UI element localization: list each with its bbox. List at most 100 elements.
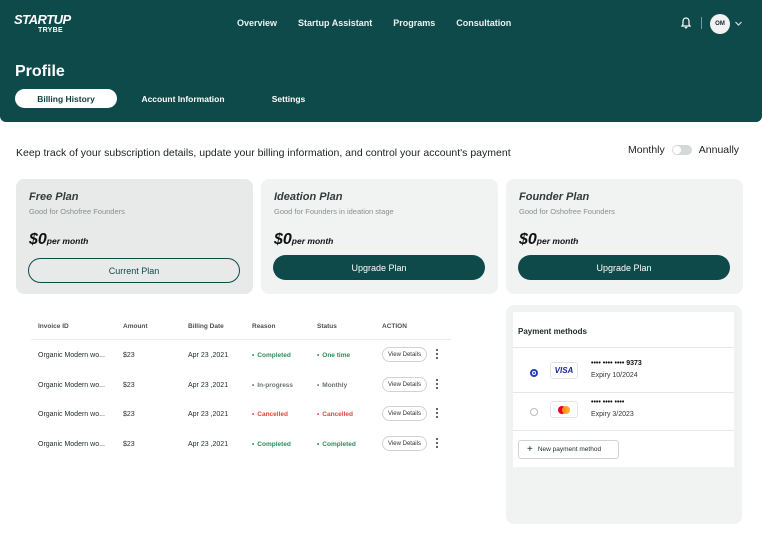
- table-row: Organic Modern wo... $23 Apr 23 ,2021 In…: [31, 374, 451, 398]
- current-plan-button[interactable]: Current Plan: [28, 258, 240, 283]
- plan-subtitle: Good for Oshofree Founders: [519, 207, 615, 216]
- plan-price-amount: $0: [274, 231, 292, 248]
- reason-badge: In-progress: [252, 382, 293, 389]
- status-badge: Cancelled: [317, 411, 353, 418]
- top-header: STARTUP TRYBE Overview Startup Assistant…: [0, 0, 762, 122]
- toggle-label-annually: Annually: [698, 144, 740, 156]
- payment-method-mastercard[interactable]: •••• •••• •••• Expiry 3/2023: [513, 393, 734, 431]
- billing-date: Apr 23 ,2021: [188, 441, 229, 448]
- startup-trybe-logo[interactable]: STARTUP TRYBE: [14, 12, 71, 36]
- billing-date: Apr 23 ,2021: [188, 382, 229, 389]
- plan-subtitle: Good for Oshofree Founders: [29, 207, 125, 216]
- plan-price-period: per month: [291, 236, 334, 246]
- nav-programs[interactable]: Programs: [393, 18, 435, 28]
- divider: [513, 430, 734, 431]
- billing-period-switch[interactable]: [671, 145, 692, 155]
- payment-method-visa[interactable]: VISA •••• •••• •••• 9373 Expiry 10/2024: [513, 354, 734, 392]
- table-row: Organic Modern wo... $23 Apr 23 ,2021 Ca…: [31, 403, 451, 427]
- invoice-amount: $23: [123, 352, 135, 359]
- invoice-id: Organic Modern wo...: [38, 411, 105, 418]
- mastercard-icon: [550, 401, 578, 418]
- invoice-id: Organic Modern wo...: [38, 441, 105, 448]
- more-options-icon[interactable]: [434, 406, 440, 420]
- reason-badge: Completed: [252, 441, 291, 448]
- page-title: Profile: [15, 63, 65, 80]
- payment-methods-panel: Payment methods VISA •••• •••• •••• 9373…: [506, 305, 742, 524]
- header-divider: [701, 17, 702, 29]
- divider: [513, 347, 734, 348]
- payment-method-radio[interactable]: [530, 369, 538, 377]
- upgrade-plan-button[interactable]: Upgrade Plan: [518, 255, 730, 280]
- invoice-amount: $23: [123, 411, 135, 418]
- column-header-status: Status: [317, 323, 337, 330]
- tab-billing-history[interactable]: Billing History: [15, 89, 117, 108]
- card-expiry: Expiry 3/2023: [591, 411, 634, 418]
- upgrade-plan-button[interactable]: Upgrade Plan: [273, 255, 485, 280]
- payment-methods-title: Payment methods: [518, 327, 587, 336]
- billing-period-toggle: Monthly Annually: [628, 144, 739, 156]
- notification-bell-icon[interactable]: [679, 16, 693, 30]
- nav-overview[interactable]: Overview: [237, 18, 277, 28]
- add-payment-method-button[interactable]: + New payment method: [518, 440, 619, 459]
- plan-price-period: per month: [536, 236, 579, 246]
- plan-price: $0per month: [29, 231, 88, 249]
- nav-startup-assistant[interactable]: Startup Assistant: [298, 18, 372, 28]
- view-details-button[interactable]: View Details: [382, 436, 427, 451]
- plan-price-amount: $0: [29, 231, 47, 248]
- plan-price: $0per month: [519, 231, 578, 249]
- logo-text-line1: STARTUP: [14, 12, 71, 27]
- mastercard-circles-icon: [558, 405, 570, 414]
- visa-logo-icon: VISA: [550, 362, 578, 379]
- table-header-divider: [31, 339, 451, 340]
- column-header-reason: Reason: [252, 323, 276, 330]
- card-number: •••• •••• •••• 9373: [591, 360, 642, 367]
- plan-price-period: per month: [46, 236, 89, 246]
- status-badge: Completed: [317, 441, 356, 448]
- billing-date: Apr 23 ,2021: [188, 352, 229, 359]
- visa-logo-text: VISA: [554, 366, 574, 375]
- plan-name: Ideation Plan: [274, 191, 343, 203]
- plan-card-ideation: Ideation Plan Good for Founders in ideat…: [261, 179, 498, 294]
- billing-date: Apr 23 ,2021: [188, 411, 229, 418]
- column-header-amount: Amount: [123, 323, 148, 330]
- invoice-amount: $23: [123, 441, 135, 448]
- payment-methods-card: Payment methods VISA •••• •••• •••• 9373…: [513, 312, 734, 467]
- view-details-button[interactable]: View Details: [382, 347, 427, 362]
- view-details-button[interactable]: View Details: [382, 377, 427, 392]
- view-details-button[interactable]: View Details: [382, 406, 427, 421]
- invoice-id: Organic Modern wo...: [38, 352, 105, 359]
- invoice-id: Organic Modern wo...: [38, 382, 105, 389]
- main-nav: Overview Startup Assistant Programs Cons…: [237, 18, 511, 28]
- status-badge: One time: [317, 352, 350, 359]
- column-header-billing-date: Billing Date: [188, 323, 224, 330]
- tab-settings[interactable]: Settings: [265, 89, 312, 108]
- plan-card-founder: Founder Plan Good for Oshofree Founders …: [506, 179, 743, 294]
- plus-icon: +: [527, 443, 533, 455]
- invoice-amount: $23: [123, 382, 135, 389]
- more-options-icon[interactable]: [434, 347, 440, 361]
- toggle-label-monthly: Monthly: [628, 144, 665, 156]
- plan-price-amount: $0: [519, 231, 537, 248]
- more-options-icon[interactable]: [434, 377, 440, 391]
- add-payment-method-label: New payment method: [537, 446, 602, 453]
- chevron-down-icon[interactable]: [734, 19, 743, 28]
- table-row: Organic Modern wo... $23 Apr 23 ,2021 Co…: [31, 433, 451, 457]
- plan-name: Founder Plan: [519, 191, 590, 203]
- status-badge: Monthly: [317, 382, 347, 389]
- tab-account-information[interactable]: Account Information: [133, 89, 233, 108]
- plan-subtitle: Good for Founders in ideation stage: [274, 207, 394, 216]
- reason-badge: Completed: [252, 352, 291, 359]
- card-number: •••• •••• ••••: [591, 399, 625, 406]
- logo-text-line2: TRYBE: [38, 27, 63, 34]
- table-row: Organic Modern wo... $23 Apr 23 ,2021 Co…: [31, 344, 451, 368]
- more-options-icon[interactable]: [434, 436, 440, 450]
- user-avatar[interactable]: OM: [710, 14, 730, 34]
- column-header-invoice-id: Invoice ID: [38, 323, 69, 330]
- plan-price: $0per month: [274, 231, 333, 249]
- plan-card-free: Free Plan Good for Oshofree Founders $0p…: [16, 179, 253, 294]
- nav-consultation[interactable]: Consultation: [456, 18, 511, 28]
- billing-intro-text: Keep track of your subscription details,…: [16, 147, 511, 159]
- payment-method-radio[interactable]: [530, 408, 538, 416]
- reason-badge: Cancelled: [252, 411, 288, 418]
- card-expiry: Expiry 10/2024: [591, 372, 638, 379]
